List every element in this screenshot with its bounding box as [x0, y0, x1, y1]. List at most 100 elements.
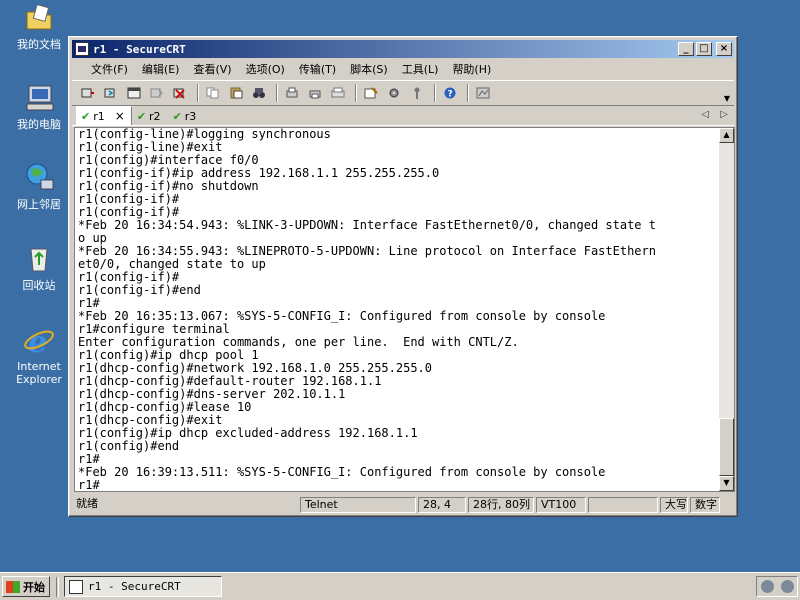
toolbar-overflow-icon[interactable]: ▼ [724, 94, 730, 103]
menu-options[interactable]: 选项(O) [239, 59, 292, 79]
tab-next-icon[interactable]: ▷ [720, 109, 728, 120]
menu-edit[interactable]: 编辑(E) [135, 59, 187, 79]
menu-help[interactable]: 帮助(H) [445, 59, 498, 79]
copy-button[interactable] [203, 83, 223, 103]
start-label: 开始 [23, 580, 45, 594]
desktop-icon-network[interactable]: 网上邻居 [6, 162, 72, 211]
tab-close-icon[interactable]: × [115, 109, 125, 123]
scroll-down-icon[interactable]: ▼ [719, 476, 734, 491]
svg-text:e: e [28, 325, 47, 356]
toolbar-separator [355, 84, 357, 102]
status-emulation: VT100 [536, 497, 586, 513]
menu-tools[interactable]: 工具(L) [395, 59, 446, 79]
help-button[interactable]: ? [440, 83, 460, 103]
print-selection-button[interactable] [305, 83, 325, 103]
tab-label: r3 [184, 110, 197, 123]
paste-icon [230, 87, 243, 99]
desktop-icon-recycle-bin[interactable]: 回收站 [6, 243, 72, 292]
menu-file[interactable]: 文件(F) [84, 59, 135, 79]
securecrt-window: r1 - SecureCRT _ □ × 文件(F) 编辑(E) 查看(V) 选… [68, 36, 738, 517]
task-label: r1 - SecureCRT [88, 580, 181, 593]
ie-icon: e [23, 324, 55, 360]
terminal-line: r1(config)#end [78, 439, 180, 453]
disconnect-icon [173, 88, 185, 99]
status-blank [588, 497, 658, 513]
taskbar: 开始 r1 - SecureCRT [0, 572, 800, 600]
terminal-output[interactable]: r1(config-line)#logging synchronous r1(co… [74, 127, 719, 492]
connect-button[interactable] [78, 83, 98, 103]
print-button[interactable] [328, 83, 348, 103]
taskbar-button-securecrt[interactable]: r1 - SecureCRT [64, 576, 222, 597]
close-button[interactable]: × [716, 42, 732, 56]
connected-check-icon: ✔ [81, 109, 91, 123]
tab-connect-icon [127, 87, 141, 99]
maximize-button[interactable]: □ [696, 42, 712, 56]
status-num: 数字 [690, 497, 720, 513]
securecrt-app-icon[interactable] [75, 42, 89, 56]
session-tab-bar: ✔ r1 × ✔ r2 ✔ r3 ◁ ▷ [72, 106, 734, 126]
reconnect-icon [150, 88, 163, 98]
tab-r2[interactable]: ✔ r2 [132, 108, 168, 125]
paste-button[interactable] [226, 83, 246, 103]
quick-connect-button[interactable] [101, 83, 121, 103]
menu-script[interactable]: 脚本(S) [343, 59, 395, 79]
terminal-line: *Feb 20 16:34:54.943: %LINK-3-UPDOWN: In… [78, 218, 656, 232]
toolbar-separator [276, 84, 278, 102]
session-options-icon [364, 87, 378, 99]
tab-r3[interactable]: ✔ r3 [168, 108, 204, 125]
disconnect-button[interactable] [170, 83, 190, 103]
windows-flag-icon [6, 580, 20, 593]
connected-check-icon: ✔ [136, 110, 147, 123]
minimize-button[interactable]: _ [678, 42, 694, 56]
map-icon [476, 87, 490, 99]
window-title: r1 - SecureCRT [93, 42, 186, 56]
menu-transfer[interactable]: 传输(T) [292, 59, 343, 79]
menu-bar: 文件(F) 编辑(E) 查看(V) 选项(O) 传输(T) 脚本(S) 工具(L… [72, 59, 734, 79]
binoculars-icon [253, 88, 265, 98]
copy-icon [206, 87, 219, 99]
reconnect-button[interactable] [147, 83, 167, 103]
scroll-up-icon[interactable]: ▲ [719, 128, 734, 143]
global-options-button[interactable] [384, 83, 404, 103]
desktop-icon-my-documents[interactable]: 我的文档 [6, 2, 72, 51]
session-options-button[interactable] [361, 83, 381, 103]
scroll-thumb[interactable] [719, 418, 734, 476]
connected-check-icon: ✔ [172, 110, 182, 123]
system-tray [756, 576, 798, 597]
tray-shield-icon[interactable] [760, 580, 774, 593]
map-button[interactable] [473, 83, 493, 103]
desktop-icon-my-computer[interactable]: 我的电脑 [6, 82, 72, 131]
menu-view[interactable]: 查看(V) [186, 59, 238, 79]
desktop-icon-internet-explorer[interactable]: e Internet Explorer [6, 324, 72, 386]
status-bar: 就绪 Telnet 28, 4 28行, 80列 VT100 大写 数字 [72, 496, 734, 514]
tab-prev-icon[interactable]: ◁ [701, 109, 709, 120]
connect-in-tab-button[interactable] [124, 83, 144, 103]
tab-r1[interactable]: ✔ r1 × [76, 106, 132, 125]
start-button[interactable]: 开始 [2, 576, 50, 597]
desktop-icon-label: Explorer [16, 373, 62, 386]
help-icon: ? [444, 87, 456, 99]
terminal-line: r1(config-if)#end [78, 283, 201, 297]
securecrt-app-icon [69, 579, 83, 594]
terminal-line: r1# [78, 478, 100, 492]
desktop-icon-label: 我的文档 [17, 38, 61, 51]
print-setup-button[interactable] [282, 83, 302, 103]
title-bar[interactable]: r1 - SecureCRT _ □ × [72, 40, 734, 58]
desktop-icon-label: 回收站 [22, 279, 56, 292]
folder-docs-icon [23, 2, 55, 34]
toolbar-separator [467, 84, 469, 102]
taskbar-separator [56, 577, 59, 597]
find-button[interactable] [249, 83, 269, 103]
print-setup-icon [286, 87, 298, 98]
terminal-scrollbar[interactable]: ▲ ▼ [719, 127, 735, 492]
network-icon [23, 162, 55, 194]
toolbar: ? ▼ [72, 80, 734, 106]
toolbar-separator [434, 84, 436, 102]
tray-network-icon[interactable] [780, 580, 794, 593]
connect-icon [81, 88, 94, 98]
status-ready: 就绪 [76, 497, 98, 510]
key-icon [414, 87, 420, 99]
recycle-bin-icon [23, 243, 55, 275]
desktop-icon-label: 网上邻居 [17, 198, 61, 211]
keymap-button[interactable] [407, 83, 427, 103]
